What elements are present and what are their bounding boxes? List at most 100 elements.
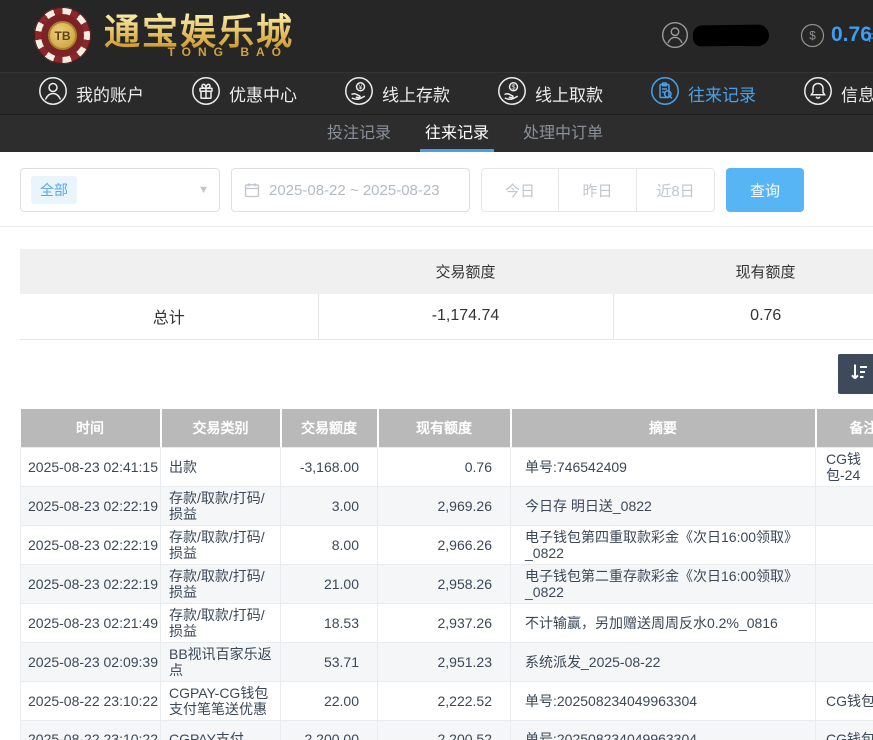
cell-amount: -3,168.00 <box>281 448 378 487</box>
table-row: 2025-08-22 23:10:22CGPAY-CG钱包支付笔笔送优惠22.0… <box>21 682 873 721</box>
cell-remark: CG钱包 <box>816 721 873 740</box>
col-header-summary: 摘要 <box>511 409 816 448</box>
cell-amount: 18.53 <box>281 604 378 643</box>
nav-item-label: 信息公告 <box>841 81 873 106</box>
cell-remark <box>816 526 873 565</box>
nav-item-label: 优惠中心 <box>229 81 297 106</box>
transactions-table: 时间 交易类别 交易额度 现有额度 摘要 备注 2025-08-23 02:41… <box>20 409 873 740</box>
cell-amount: 21.00 <box>281 565 378 604</box>
chip-tb-label: TB <box>48 21 77 50</box>
last-8-days-button[interactable]: 近8日 <box>637 168 715 212</box>
sort-button[interactable] <box>838 354 873 394</box>
table-row: 2025-08-23 02:41:15出款-3,168.000.76单号:746… <box>21 448 873 487</box>
cell-balance: 2,969.26 <box>378 487 511 526</box>
logo-text: 通宝娱乐城 TONG BAO <box>104 12 294 59</box>
calendar-icon <box>244 182 260 198</box>
cell-time: 2025-08-22 23:10:22 <box>21 682 161 721</box>
tab-label: 投注记录 <box>327 125 391 142</box>
cell-amount: 53.71 <box>281 643 378 682</box>
nav-item-my-account[interactable]: 我的账户 <box>38 76 144 111</box>
cell-summary: 单号:202508234049963304 <box>511 721 816 740</box>
cell-summary: 电子钱包第四重取款彩金《次日16:00领取》_0822 <box>511 526 816 565</box>
table-row: 2025-08-23 02:22:19存款/取款/打码/损益3.002,969.… <box>21 487 873 526</box>
logo: TB 通宝娱乐城 TONG BAO <box>34 7 294 64</box>
sub-nav: 投注记录 往来记录 处理中订单 <box>0 114 873 152</box>
table-row: 2025-08-23 02:09:39BB视讯百家乐返点53.712,951.2… <box>21 643 873 682</box>
nav-item-announcements[interactable]: 信息公告 <box>803 76 873 111</box>
dollar-coin-icon: $ <box>800 23 825 48</box>
nav-item-deposit[interactable]: ¥ 线上存款 <box>344 76 450 111</box>
gift-icon <box>191 76 221 111</box>
nav-item-withdraw[interactable]: $ 线上取款 <box>497 76 603 111</box>
table-row: 2025-08-22 23:10:22CGPAY支付2,200.002,200.… <box>21 721 873 740</box>
sort-descending-icon <box>847 360 871 387</box>
svg-text:$: $ <box>512 84 516 91</box>
summary-total-row: 总计 -1,174.74 0.76 <box>20 294 873 339</box>
page-header: TB 通宝娱乐城 TONG BAO $ 0.76 R <box>0 0 873 72</box>
cell-category: 出款 <box>161 448 281 487</box>
sort-row <box>0 354 873 394</box>
balance-amount[interactable]: 0.76 <box>831 23 872 47</box>
cell-remark <box>816 565 873 604</box>
date-range-input[interactable]: 2025-08-22 ~ 2025-08-23 <box>231 168 470 212</box>
cell-time: 2025-08-23 02:41:15 <box>21 448 161 487</box>
svg-text:¥: ¥ <box>359 84 363 91</box>
quick-date-group: 今日 昨日 近8日 <box>481 168 715 212</box>
casino-chip-icon: TB <box>34 7 91 64</box>
yesterday-button[interactable]: 昨日 <box>559 168 637 212</box>
cell-remark: CG钱包 <box>816 682 873 721</box>
tab-transaction-records[interactable]: 往来记录 <box>422 115 492 152</box>
selected-type-tag: 全部 <box>31 176 77 204</box>
cell-balance: 0.76 <box>378 448 511 487</box>
summary-total-transaction: -1,174.74 <box>318 294 613 339</box>
nav-item-transaction-records[interactable]: 往来记录 <box>650 76 756 111</box>
cell-time: 2025-08-23 02:22:19 <box>21 565 161 604</box>
cell-amount: 8.00 <box>281 526 378 565</box>
cell-balance: 2,200.52 <box>378 721 511 740</box>
cell-summary: 不计输赢，另加赠送周周反水0.2%_0816 <box>511 604 816 643</box>
cell-balance: 2,958.26 <box>378 565 511 604</box>
summary-total-label: 总计 <box>20 294 318 339</box>
search-button[interactable]: 查询 <box>726 168 804 212</box>
col-header-remark: 备注 <box>816 409 873 448</box>
nav-item-label: 往来记录 <box>688 81 756 106</box>
summary-header-empty <box>20 249 318 294</box>
cell-category: 存款/取款/打码/损益 <box>161 526 281 565</box>
tab-label: 往来记录 <box>425 125 489 142</box>
cell-time: 2025-08-22 23:10:22 <box>21 721 161 740</box>
cell-time: 2025-08-23 02:22:19 <box>21 526 161 565</box>
records-icon <box>650 76 680 111</box>
withdraw-icon: $ <box>497 76 527 111</box>
cell-summary: 电子钱包第二重存款彩金《次日16:00领取》_0822 <box>511 565 816 604</box>
col-header-category: 交易类别 <box>161 409 281 448</box>
filter-bar: 全部 ▼ 2025-08-22 ~ 2025-08-23 今日 昨日 近8日 查… <box>0 152 873 227</box>
cell-remark <box>816 604 873 643</box>
chevron-down-icon: ▼ <box>198 184 209 196</box>
col-header-amount: 交易额度 <box>281 409 378 448</box>
cell-summary: 单号:746542409 <box>511 448 816 487</box>
summary-header-transaction: 交易额度 <box>318 249 613 294</box>
summary-header-balance: 现有额度 <box>613 249 873 294</box>
user-avatar-icon[interactable] <box>661 21 689 49</box>
cell-category: 存款/取款/打码/损益 <box>161 565 281 604</box>
active-tab-underline <box>420 149 494 152</box>
transactions-body: 2025-08-23 02:41:15出款-3,168.000.76单号:746… <box>21 448 873 740</box>
type-select[interactable]: 全部 ▼ <box>20 168 220 212</box>
table-row: 2025-08-23 02:22:19存款/取款/打码/损益8.002,966.… <box>21 526 873 565</box>
tab-pending-orders[interactable]: 处理中订单 <box>520 115 606 152</box>
summary-table: 交易额度 现有额度 总计 -1,174.74 0.76 <box>20 249 873 340</box>
cell-remark: CG钱包-24 <box>816 448 873 487</box>
nav-item-label: 线上存款 <box>382 81 450 106</box>
cell-summary: 今日存 明日送_0822 <box>511 487 816 526</box>
svg-text:$: $ <box>809 30 816 43</box>
cell-balance: 2,951.23 <box>378 643 511 682</box>
main-nav: 我的账户 优惠中心 ¥ 线上存款 $ 线上取 <box>0 72 873 114</box>
today-button[interactable]: 今日 <box>481 168 559 212</box>
cell-balance: 2,966.26 <box>378 526 511 565</box>
col-header-balance: 现有额度 <box>378 409 511 448</box>
cell-category: BB视讯百家乐返点 <box>161 643 281 682</box>
col-header-time: 时间 <box>21 409 161 448</box>
nav-item-label: 线上取款 <box>535 81 603 106</box>
tab-bet-records[interactable]: 投注记录 <box>324 115 394 152</box>
nav-item-promotions[interactable]: 优惠中心 <box>191 76 297 111</box>
